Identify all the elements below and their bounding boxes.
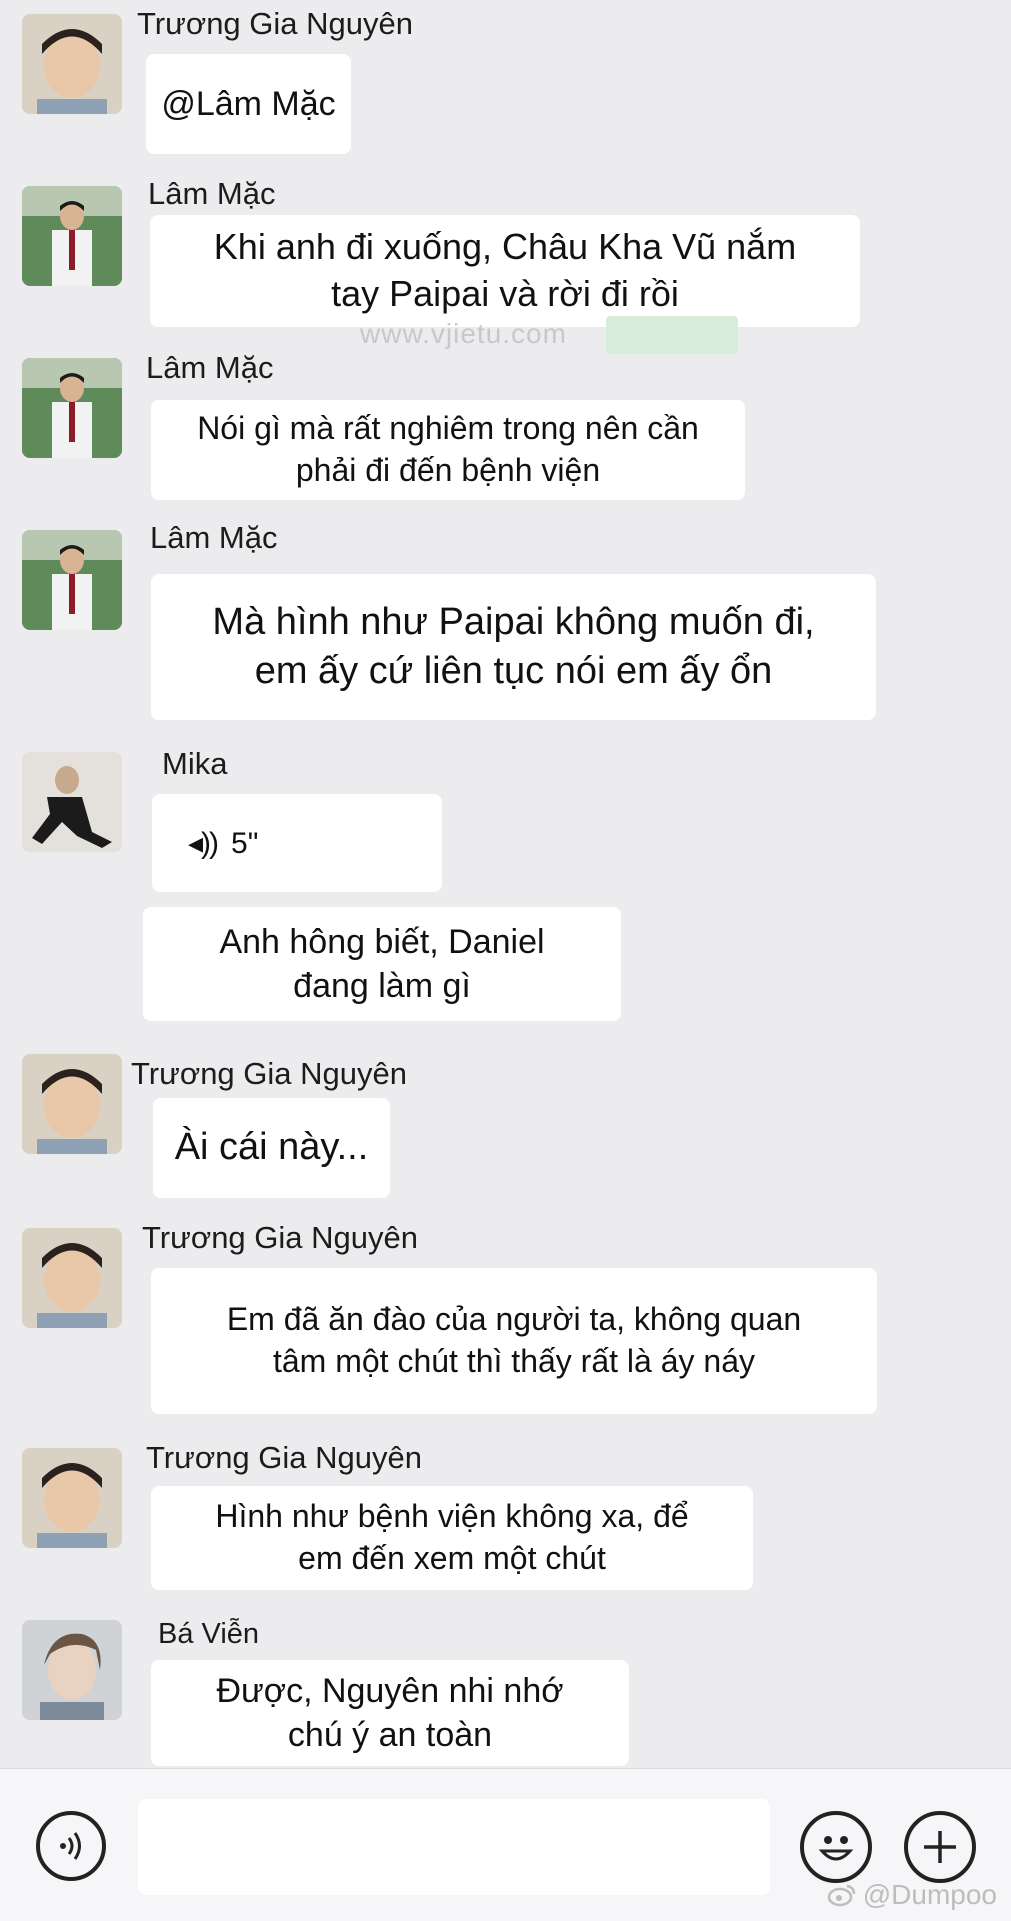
emoji-icon xyxy=(818,1836,854,1861)
sender-name: Trương Gia Nguyên xyxy=(137,6,413,41)
message-text-line: đang làm gì xyxy=(293,967,471,1005)
avatar[interactable] xyxy=(22,1054,122,1154)
message-bubble[interactable]: @Lâm Mặc xyxy=(146,54,351,154)
message-text-line: Mà hình như Paipai không muốn đi, xyxy=(212,600,815,643)
voice-input-icon xyxy=(60,1832,81,1860)
watermark-badge xyxy=(606,316,738,354)
message-bubble[interactable]: Khi anh đi xuống, Châu Kha Vũ nắm tay Pa… xyxy=(150,215,860,327)
message-bubble[interactable]: Hình như bệnh viện không xa, để em đến x… xyxy=(151,1486,753,1590)
avatar[interactable] xyxy=(22,530,122,630)
voice-input-button[interactable] xyxy=(36,1811,106,1881)
avatar[interactable] xyxy=(22,1448,122,1548)
avatar[interactable] xyxy=(22,358,122,458)
message-text-line: chú ý an toàn xyxy=(287,1716,493,1754)
avatar[interactable] xyxy=(22,186,122,286)
message-bubble[interactable]: Được, Nguyên nhi nhớ chú ý an toàn xyxy=(151,1660,629,1766)
sender-name: Trương Gia Nguyên xyxy=(146,1440,422,1475)
voice-message-bubble[interactable]: ◂)) 5" xyxy=(152,794,442,892)
sender-name: Lâm Mặc xyxy=(146,350,274,385)
avatar[interactable] xyxy=(22,752,122,852)
input-bar: @Dumpoo xyxy=(0,1768,1011,1921)
voice-wave-icon: ◂)) xyxy=(188,826,219,860)
sender-name: Lâm Mặc xyxy=(148,176,276,211)
message-bubble[interactable]: Em đã ăn đào của người ta, không quan tâ… xyxy=(151,1268,877,1414)
message-bubble[interactable]: Anh hông biết, Daniel đang làm gì xyxy=(143,907,621,1021)
message-text-line: Anh hông biết, Daniel xyxy=(219,922,545,961)
plus-button[interactable] xyxy=(904,1811,976,1883)
message-text-line: em ấy cứ liên tục nói em ấy ổn xyxy=(254,650,773,692)
message-bubble[interactable]: Mà hình như Paipai không muốn đi, em ấy … xyxy=(151,574,876,720)
chat-area[interactable]: Trương Gia Nguyên @Lâm Mặc Lâm Mặc Khi a… xyxy=(0,0,1011,1768)
message-text-line: Nói gì mà rất nghiêm trong nên cần xyxy=(197,410,699,447)
sender-name: Trương Gia Nguyên xyxy=(142,1220,418,1255)
message-text: @Lâm Mặc xyxy=(161,84,336,123)
weibo-credit: @Dumpoo xyxy=(827,1879,997,1911)
avatar[interactable] xyxy=(22,1228,122,1328)
message-text-line: tay Paipai và rời đi rồi xyxy=(331,273,679,314)
message-text-line: tâm một chút thì thấy rất là áy náy xyxy=(272,1343,755,1379)
credit-text: @Dumpoo xyxy=(862,1879,997,1910)
message-bubble[interactable]: Nói gì mà rất nghiêm trong nên cần phải … xyxy=(151,400,745,500)
message-bubble[interactable]: Ài cái này... xyxy=(153,1098,390,1198)
sender-name: Trương Gia Nguyên xyxy=(131,1056,407,1091)
weibo-icon xyxy=(827,1884,855,1907)
message-input[interactable] xyxy=(138,1799,770,1895)
avatar[interactable] xyxy=(22,14,122,114)
voice-duration: 5" xyxy=(231,826,259,860)
plus-icon xyxy=(924,1831,956,1863)
message-text-line: phải đi đến bệnh viện xyxy=(295,452,601,488)
emoji-button[interactable] xyxy=(800,1811,872,1883)
message-text-line: Khi anh đi xuống, Châu Kha Vũ nắm xyxy=(213,226,797,268)
message-text-line: Hình như bệnh viện không xa, để xyxy=(215,1498,689,1535)
message-text-line: Được, Nguyên nhi nhớ xyxy=(216,1671,564,1710)
watermark: www.vjietu.com xyxy=(360,318,567,349)
avatar[interactable] xyxy=(22,1620,122,1720)
message-text-line: Em đã ăn đào của người ta, không quan xyxy=(226,1301,802,1338)
sender-name: Lâm Mặc xyxy=(150,520,278,555)
sender-name: Bá Viễn xyxy=(158,1618,260,1650)
sender-name: Mika xyxy=(162,746,228,781)
message-text-line: em đến xem một chút xyxy=(298,1540,606,1576)
message-text: Ài cái này... xyxy=(174,1126,369,1169)
